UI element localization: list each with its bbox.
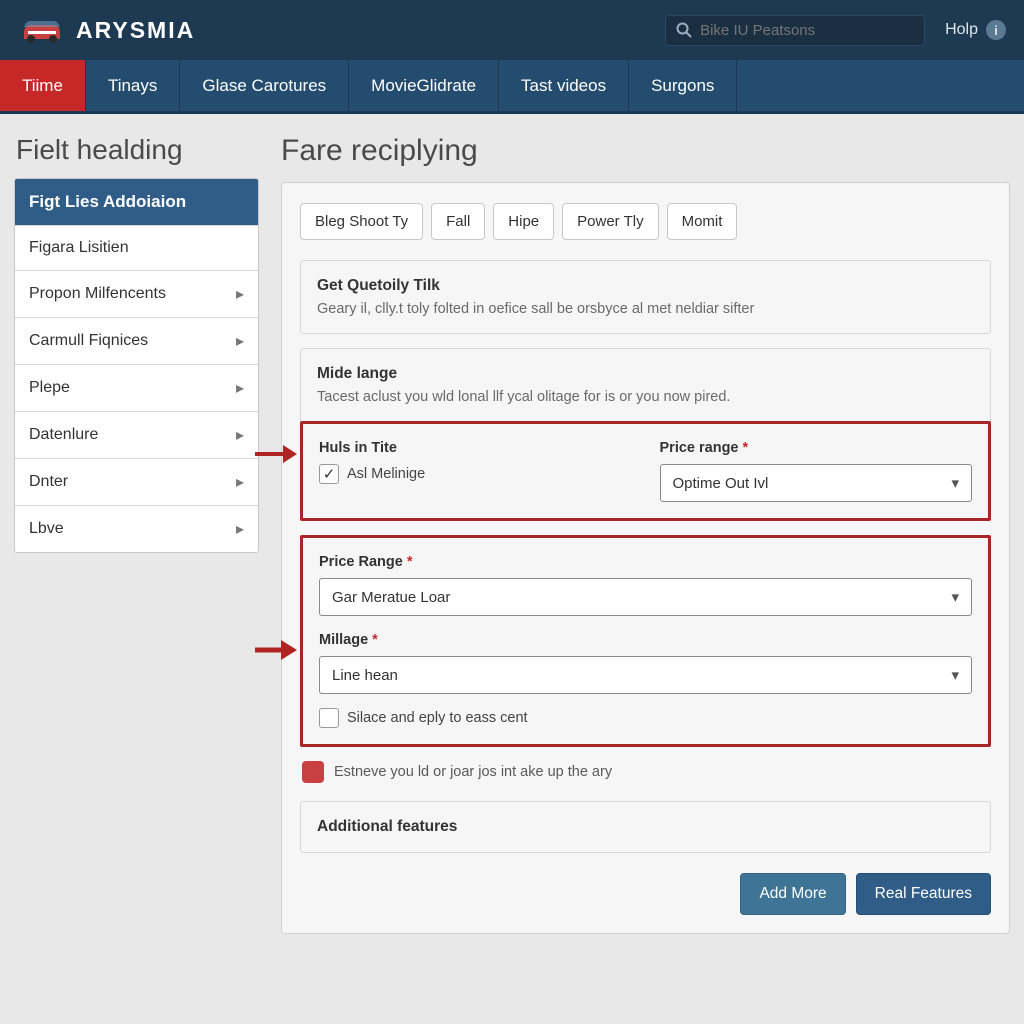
pill-2[interactable]: Hipe xyxy=(493,203,554,240)
millage-label: Millage xyxy=(319,632,972,648)
highlight-box-1: Huls in Tite ✓ Asl Melinige Price range … xyxy=(300,421,991,521)
arrow-icon xyxy=(253,442,297,470)
side-item-5[interactable]: Dnter ▸ xyxy=(15,458,258,505)
side-item-3[interactable]: Plepe ▸ xyxy=(15,364,258,411)
nav-item-2[interactable]: Glase Carotures xyxy=(180,60,349,111)
chevron-down-icon: ▾ xyxy=(951,666,959,684)
section-quetoily: Get Quetoily Tilk Geary il, clly.t toly … xyxy=(300,260,991,334)
side-item-label: Datenlure xyxy=(29,426,98,444)
nav-item-5[interactable]: Surgons xyxy=(629,60,737,111)
header-search[interactable] xyxy=(665,15,925,46)
side-item-1[interactable]: Propon Milfencents ▸ xyxy=(15,270,258,317)
note-text: Estneve you ld or joar jos int ake up th… xyxy=(334,764,612,780)
silace-checkbox[interactable] xyxy=(319,708,339,728)
real-features-button[interactable]: Real Features xyxy=(856,873,991,915)
millage-select[interactable]: Line hean ▾ xyxy=(319,656,972,694)
section-mide: Mide lange Tacest aclust you wld lonal l… xyxy=(300,348,991,421)
pill-3[interactable]: Power Tly xyxy=(562,203,658,240)
side-item-label: Plepe xyxy=(29,379,70,397)
side-item-label: Dnter xyxy=(29,473,68,491)
chevron-down-icon: ▾ xyxy=(951,474,959,492)
checkbox-label: Silace and eply to eass cent xyxy=(347,710,528,726)
nav-item-4[interactable]: Tast videos xyxy=(499,60,629,111)
chevron-right-icon: ▸ xyxy=(236,472,244,492)
car-icon xyxy=(18,13,66,47)
chevron-down-icon: ▾ xyxy=(951,588,959,606)
select-value: Gar Meratue Loar xyxy=(332,589,450,606)
pill-0[interactable]: Bleg Shoot Ty xyxy=(300,203,423,240)
nav-item-1[interactable]: Tinays xyxy=(86,60,180,111)
help-icon: i xyxy=(986,20,1006,40)
chevron-right-icon: ▸ xyxy=(236,425,244,445)
section-desc: Tacest aclust you wld lonal llf ycal oli… xyxy=(317,389,974,405)
note-line: Estneve you ld or joar jos int ake up th… xyxy=(300,761,991,783)
nav-item-3[interactable]: MovieGlidrate xyxy=(349,60,499,111)
side-item-label: Propon Milfencents xyxy=(29,285,166,303)
left-heading: Fielt healding xyxy=(14,128,259,178)
help-label: Holp xyxy=(945,21,978,39)
brand-text: ARYSMIA xyxy=(76,17,195,44)
checkbox-label: Asl Melinige xyxy=(347,466,425,482)
highlight-box-2: Price Range Gar Meratue Loar ▾ Millage L… xyxy=(300,535,991,747)
add-more-button[interactable]: Add More xyxy=(740,873,845,915)
price-range-select-2[interactable]: Gar Meratue Loar ▾ xyxy=(319,578,972,616)
chevron-right-icon: ▸ xyxy=(236,331,244,351)
help-link[interactable]: Holp i xyxy=(945,20,1006,40)
side-item-0[interactable]: Figara Lisitien xyxy=(15,225,258,270)
chevron-right-icon: ▸ xyxy=(236,519,244,539)
chevron-right-icon: ▸ xyxy=(236,284,244,304)
side-item-2[interactable]: Carmull Fiqnices ▸ xyxy=(15,317,258,364)
side-item-label: Lbve xyxy=(29,520,64,538)
price-range-label: Price range xyxy=(660,440,973,456)
side-item-6[interactable]: Lbve ▸ xyxy=(15,505,258,552)
side-item-4[interactable]: Datenlure ▸ xyxy=(15,411,258,458)
brand-logo: ARYSMIA xyxy=(18,13,195,47)
pill-4[interactable]: Momit xyxy=(667,203,738,240)
pill-1[interactable]: Fall xyxy=(431,203,485,240)
page-title: Fare reciplying xyxy=(281,128,1010,182)
select-value: Optime Out Ivl xyxy=(673,475,769,492)
form-card: Bleg Shoot Ty Fall Hipe Power Tly Momit … xyxy=(281,182,1010,934)
top-header: ARYSMIA Holp i xyxy=(0,0,1024,60)
section-title: Get Quetoily Tilk xyxy=(317,277,974,295)
pill-tabs: Bleg Shoot Ty Fall Hipe Power Tly Momit xyxy=(282,183,1009,246)
main-nav: Tiime Tinays Glase Carotures MovieGlidra… xyxy=(0,60,1024,114)
section-desc: Geary il, clly.t toly folted in oefice s… xyxy=(317,301,974,317)
arrow-icon xyxy=(253,638,297,666)
side-menu: Figt Lies Addoiaion Figara Lisitien Prop… xyxy=(14,178,259,553)
nav-item-0[interactable]: Tiime xyxy=(0,60,86,111)
price-range-select[interactable]: Optime Out Ivl ▾ xyxy=(660,464,973,502)
select-value: Line hean xyxy=(332,667,398,684)
additional-features-section: Additional features xyxy=(300,801,991,853)
huls-title-label: Huls in Tite xyxy=(319,440,632,456)
action-bar: Add More Real Features xyxy=(282,853,1009,915)
chevron-right-icon: ▸ xyxy=(236,378,244,398)
side-menu-header: Figt Lies Addoiaion xyxy=(15,179,258,225)
price-range-label-2: Price Range xyxy=(319,554,972,570)
section-title: Mide lange xyxy=(317,365,974,383)
side-item-label: Carmull Fiqnices xyxy=(29,332,148,350)
side-item-label: Figara Lisitien xyxy=(29,239,129,257)
alert-icon xyxy=(302,761,324,783)
asl-melinige-checkbox[interactable]: ✓ xyxy=(319,464,339,484)
search-icon xyxy=(676,22,692,38)
search-input[interactable] xyxy=(700,22,914,39)
